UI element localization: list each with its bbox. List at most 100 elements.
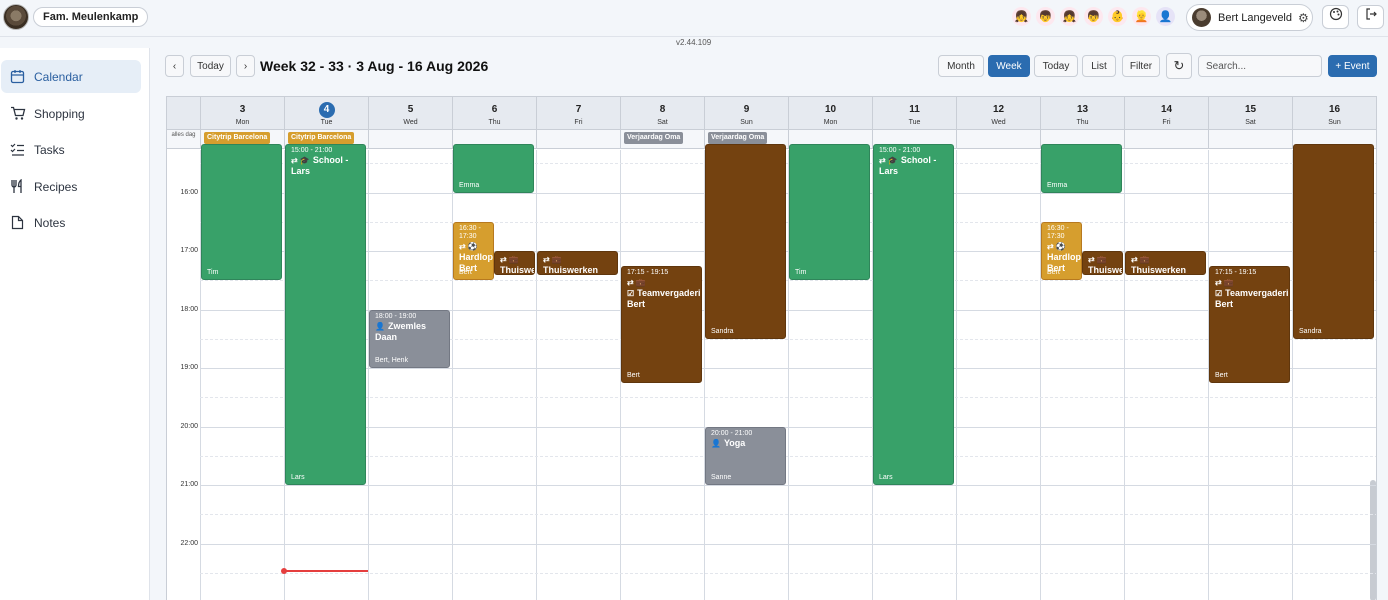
calendar-event[interactable]: Emma — [1041, 144, 1122, 193]
utensils-icon — [9, 178, 26, 195]
time-label: 16:00 — [180, 188, 198, 196]
all-day-cell[interactable] — [536, 130, 620, 149]
day-header[interactable]: 8 Sat — [620, 97, 704, 130]
event-time: 16:30 - 17:30 — [1047, 224, 1069, 240]
calendar-event[interactable]: Emma — [453, 144, 534, 193]
day-name: Sat — [1245, 119, 1256, 126]
all-day-event[interactable]: Verjaardag Oma — [624, 132, 684, 144]
event-type-icon: ⇄ ⚽ — [1047, 241, 1066, 251]
day-header[interactable]: 14 Fri — [1124, 97, 1208, 130]
day-name: Wed — [403, 119, 418, 126]
user-menu[interactable]: Bert Langeveld ⚙ — [1186, 4, 1313, 31]
family-switcher-button[interactable]: Fam. Meulenkamp — [33, 7, 149, 27]
calendar-event[interactable]: 15:00 - 21:00 ⇄ 🎓 School - Lars Lars — [285, 144, 366, 486]
calendar-event[interactable]: 16:30 - 17:30 ⇄ ⚽Hardlop Bert Bert — [1041, 221, 1082, 281]
event-time: 15:00 - 21:00 — [291, 147, 333, 154]
gear-icon[interactable]: ⚙ — [1298, 11, 1309, 25]
event-owner: Emma — [1047, 181, 1068, 189]
today-button[interactable]: Today — [190, 55, 231, 77]
all-day-event[interactable]: Verjaardag Oma — [708, 132, 768, 144]
all-day-cell[interactable] — [956, 130, 1040, 149]
calendar-event[interactable]: 17:15 - 19:15⇄ 💼 ☑Teamvergadering Bert Be… — [621, 265, 702, 383]
day-header[interactable]: 16 Sun — [1292, 97, 1376, 130]
calendar-event[interactable]: Tim — [201, 144, 282, 281]
calendar-event[interactable]: ⇄ 💼Thuiswe — [1082, 251, 1123, 275]
sidebar-item-tasks[interactable]: Tasks — [1, 133, 141, 166]
calendar-event[interactable]: Sandra — [705, 144, 786, 339]
week-calendar: 3 Mon 4 Tue 5 Wed 6 Thu 7 Fri 8 Sat 9 Sun 10 Mon 11 Tue 12… — [166, 96, 1377, 600]
day-header[interactable]: 12 Wed — [956, 97, 1040, 130]
calendar-event[interactable]: 17:15 - 19:15⇄ 💼 ☑Teamvergadering Bert Be… — [1209, 265, 1290, 383]
member-avatar[interactable]: 👦 — [1036, 7, 1055, 26]
event-owner: Sandra — [1299, 327, 1322, 335]
event-owner: Bert — [459, 269, 472, 277]
calendar-event[interactable]: 18:00 - 19:00 👤 Zwemles Daan Bert, Henk — [369, 309, 450, 369]
day-header[interactable]: 4 Tue — [284, 97, 368, 130]
member-avatar[interactable]: 👱 — [1132, 7, 1151, 26]
prev-button[interactable]: ‹ — [165, 55, 184, 77]
member-avatar[interactable]: 👤 — [1156, 7, 1175, 26]
refresh-button[interactable]: ↻ — [1166, 53, 1192, 79]
all-day-cell[interactable] — [1124, 130, 1208, 149]
all-day-event[interactable]: Citytrip Barcelona — [204, 132, 271, 144]
filter-button[interactable]: Filter — [1122, 55, 1160, 77]
day-header[interactable]: 15 Sat — [1208, 97, 1292, 130]
all-day-event[interactable]: Citytrip Barcelona — [288, 132, 355, 144]
day-header[interactable]: 11 Tue — [872, 97, 956, 130]
day-header[interactable]: 7 Fri — [536, 97, 620, 130]
family-logo[interactable] — [3, 4, 29, 30]
calendar-event[interactable]: 15:00 - 21:00 ⇄ 🎓 School - Lars Lars — [873, 144, 954, 486]
note-icon — [9, 214, 26, 231]
calendar-event[interactable]: 20:00 - 21:00 👤 Yoga Sanne — [705, 426, 786, 486]
sidebar-item-label: Tasks — [34, 142, 65, 157]
member-avatar[interactable]: 👦 — [1084, 7, 1103, 26]
event-owner: Bert — [627, 371, 640, 379]
calendar-event[interactable]: Sandra — [1293, 144, 1374, 339]
event-title-text: Thuiswerken Bert — [543, 265, 599, 275]
calendar-event[interactable]: ⇄ 💼Thuiswerken Bert — [1125, 251, 1206, 275]
event-owner: Bert — [1215, 371, 1228, 379]
member-avatar[interactable]: 👶 — [1108, 7, 1127, 26]
sidebar-item-recipes[interactable]: Recipes — [1, 170, 141, 203]
day-name: Thu — [488, 119, 501, 126]
view-list-button[interactable]: List — [1082, 55, 1116, 77]
time-label: 17:00 — [180, 247, 198, 255]
day-header[interactable]: 10 Mon — [788, 97, 872, 130]
next-button[interactable]: › — [236, 55, 255, 77]
sidebar-item-calendar[interactable]: Calendar — [1, 60, 141, 93]
calendar-event[interactable]: Tim — [789, 144, 870, 281]
event-owner: Lars — [291, 474, 305, 482]
calendar-event[interactable]: ⇄ 💼Thuiswe — [494, 251, 535, 275]
all-day-cell[interactable] — [1208, 130, 1292, 149]
sidebar-item-notes[interactable]: Notes — [1, 206, 141, 239]
day-number: 7 — [575, 104, 582, 115]
column-divider — [536, 150, 537, 600]
view-today-button[interactable]: Today — [1034, 55, 1078, 77]
view-month-button[interactable]: Month — [938, 55, 984, 77]
member-avatar[interactable]: 👧 — [1060, 7, 1079, 26]
search-input[interactable] — [1198, 55, 1322, 77]
day-header[interactable]: 6 Thu — [452, 97, 536, 130]
day-header[interactable]: 13 Thu — [1040, 97, 1124, 130]
calendar-event[interactable]: 16:30 - 17:30 ⇄ ⚽Hardlop Bert Bert — [453, 221, 494, 281]
event-title: 👤 Yoga — [711, 438, 780, 449]
add-event-button[interactable]: + Event — [1328, 55, 1377, 77]
event-time: 20:00 - 21:00 — [711, 429, 753, 437]
current-time-dot — [281, 568, 287, 575]
half-hour-line — [200, 397, 1376, 399]
sidebar-item-shopping[interactable]: Shopping — [1, 97, 141, 130]
time-label: 18:00 — [180, 305, 198, 313]
time-grid[interactable]: 16:00 17:00 18:00 19:00 20:00 21:00 22:00 Tim 15… — [167, 144, 1376, 600]
all-day-cell[interactable] — [368, 130, 452, 149]
day-header[interactable]: 9 Sun — [704, 97, 788, 130]
palette-icon[interactable] — [1322, 5, 1349, 29]
calendar-event[interactable]: ⇄ 💼Thuiswerken Bert — [537, 251, 618, 275]
day-number: 11 — [909, 104, 920, 115]
day-name: Mon — [235, 119, 250, 126]
day-header[interactable]: 3 Mon — [200, 97, 284, 130]
logout-icon[interactable] — [1357, 5, 1384, 29]
view-week-button[interactable]: Week — [988, 55, 1030, 77]
column-divider — [452, 150, 453, 600]
day-header[interactable]: 5 Wed — [368, 97, 452, 130]
member-avatar[interactable]: 👧 — [1012, 7, 1031, 26]
